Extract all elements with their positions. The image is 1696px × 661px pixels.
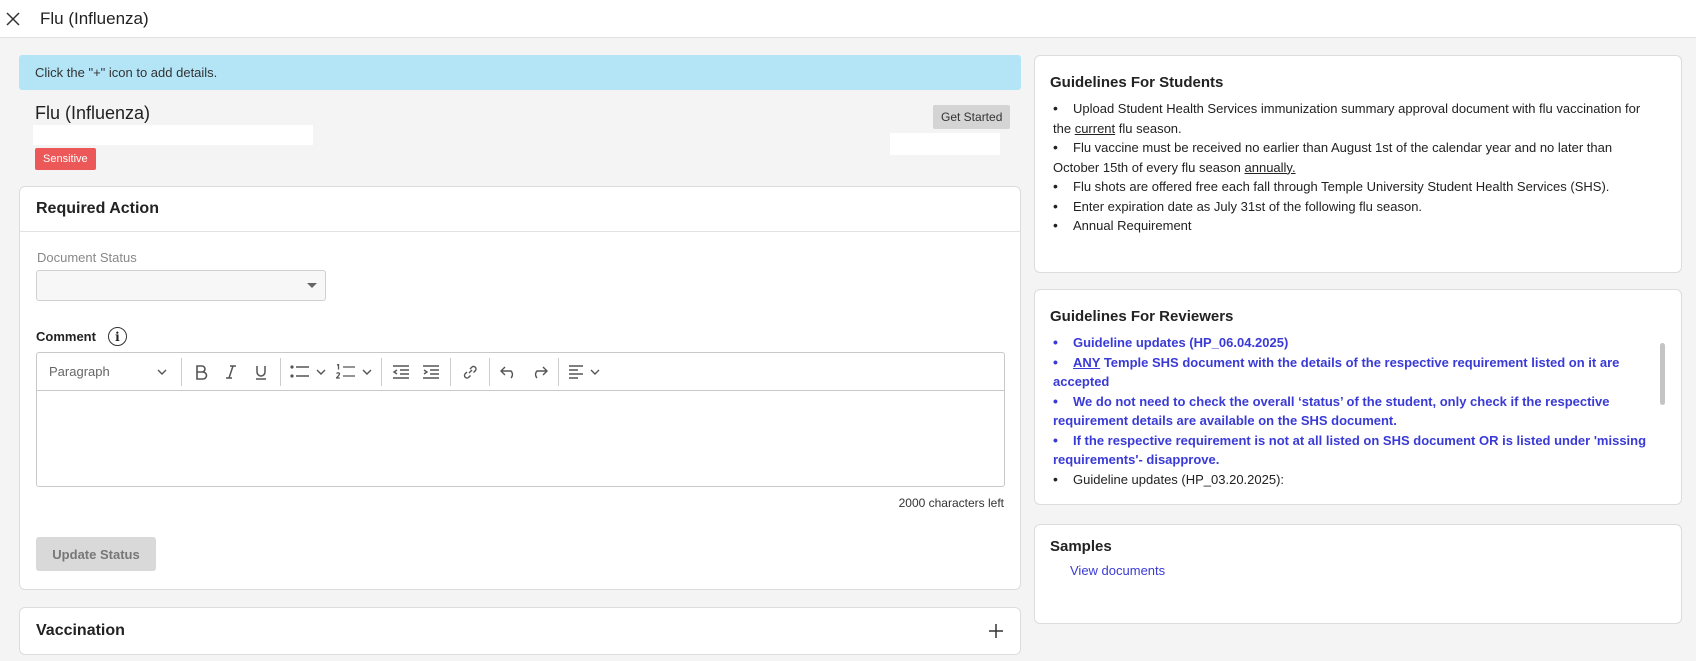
chevron-down-icon xyxy=(157,369,167,375)
sensitive-badge: Sensitive xyxy=(35,148,96,170)
bulleted-list-icon xyxy=(290,364,309,378)
underline-button[interactable] xyxy=(246,357,276,387)
characters-left: 2000 characters left xyxy=(898,496,1004,510)
plus-icon[interactable] xyxy=(988,623,1004,639)
align-left-icon xyxy=(569,364,583,379)
underline-icon xyxy=(256,365,266,380)
outdent-button[interactable] xyxy=(386,357,416,387)
close-icon[interactable] xyxy=(0,6,26,32)
vaccination-title: Vaccination xyxy=(36,622,125,639)
align-button[interactable] xyxy=(563,357,605,387)
get-started-button[interactable]: Get Started xyxy=(933,105,1011,129)
redo-icon xyxy=(534,366,548,378)
bold-button[interactable] xyxy=(186,357,216,387)
student-guidelines-list: Upload Student Health Services immunizat… xyxy=(1053,99,1661,236)
comment-label-text: Comment xyxy=(36,329,96,344)
view-documents-link[interactable]: View documents xyxy=(1070,563,1681,578)
toolbar-divider xyxy=(489,357,490,386)
chevron-down-icon xyxy=(590,369,600,375)
samples-card: Samples View documents xyxy=(1034,524,1682,624)
document-status-select[interactable] xyxy=(36,270,326,301)
numbered-list-icon xyxy=(336,363,355,379)
list-item: Flu vaccine must be received no earlier … xyxy=(1053,138,1661,177)
redo-button[interactable] xyxy=(524,357,554,387)
chevron-down-icon xyxy=(307,283,317,288)
chevron-down-icon xyxy=(362,369,372,375)
document-status-label: Document Status xyxy=(37,250,137,265)
list-item: Guideline updates (HP_06.04.2025) xyxy=(1053,333,1661,353)
chevron-down-icon xyxy=(316,369,326,375)
student-guidelines-card: Guidelines For Students Upload Student H… xyxy=(1034,55,1682,273)
numbered-list-button[interactable] xyxy=(331,357,377,387)
comment-editor: Paragraph xyxy=(36,352,1005,487)
list-item: ANY Temple SHS document with the details… xyxy=(1053,353,1661,392)
italic-icon xyxy=(226,364,236,379)
vaccination-card[interactable]: Vaccination xyxy=(19,607,1021,655)
list-item: Guideline updates (HP_03.20.2025): xyxy=(1053,470,1661,490)
editor-toolbar: Paragraph xyxy=(37,353,1004,391)
outdent-icon xyxy=(392,364,409,379)
undo-icon xyxy=(500,366,514,378)
link-button[interactable] xyxy=(455,357,485,387)
comment-input[interactable] xyxy=(37,391,1004,486)
paragraph-style-label: Paragraph xyxy=(49,364,110,379)
reviewer-guidelines-list: Guideline updates (HP_06.04.2025) ANY Te… xyxy=(1053,333,1661,489)
toolbar-divider xyxy=(558,357,559,386)
toolbar-divider xyxy=(450,357,451,386)
list-item: If the respective requirement is not at … xyxy=(1053,431,1661,470)
bold-icon xyxy=(196,364,208,380)
requirement-subtitle-area xyxy=(33,125,313,145)
update-status-button[interactable]: Update Status xyxy=(36,537,156,571)
status-area xyxy=(890,133,1000,155)
samples-title: Samples xyxy=(1050,538,1112,555)
requirement-title: Flu (Influenza) xyxy=(35,103,151,123)
list-item: Enter expiration date as July 31st of th… xyxy=(1053,197,1661,217)
info-banner: Click the "+" icon to add details. xyxy=(19,55,1021,90)
required-action-title: Required Action xyxy=(20,187,1020,232)
toolbar-divider xyxy=(181,357,182,386)
required-action-card: Required Action Document Status Comment … xyxy=(19,186,1021,590)
comment-label: Comment i xyxy=(36,327,127,346)
indent-icon xyxy=(423,364,439,379)
list-item: Annual Requirement xyxy=(1053,216,1661,236)
bulleted-list-button[interactable] xyxy=(285,357,331,387)
list-item: Upload Student Health Services immunizat… xyxy=(1053,99,1661,138)
left-column: Click the "+" icon to add details. Flu (… xyxy=(19,55,1021,655)
reviewer-guidelines-card: Guidelines For Reviewers Guideline updat… xyxy=(1034,289,1682,505)
undo-button[interactable] xyxy=(494,357,524,387)
student-guidelines-title: Guidelines For Students xyxy=(1050,74,1224,91)
page-title: Flu (Influenza) xyxy=(40,8,149,28)
italic-button[interactable] xyxy=(216,357,246,387)
link-icon xyxy=(463,365,477,379)
top-bar: Flu (Influenza) xyxy=(0,0,1696,38)
reviewer-guidelines-title: Guidelines For Reviewers xyxy=(1050,308,1234,325)
toolbar-divider xyxy=(381,357,382,386)
list-item: We do not need to check the overall ‘sta… xyxy=(1053,392,1661,431)
toolbar-divider xyxy=(280,357,281,386)
info-icon[interactable]: i xyxy=(107,327,127,346)
paragraph-style-dropdown[interactable]: Paragraph xyxy=(41,357,177,387)
indent-button[interactable] xyxy=(416,357,446,387)
reviewer-scrollbar[interactable] xyxy=(1660,343,1665,405)
list-item: Flu shots are offered free each fall thr… xyxy=(1053,177,1661,197)
